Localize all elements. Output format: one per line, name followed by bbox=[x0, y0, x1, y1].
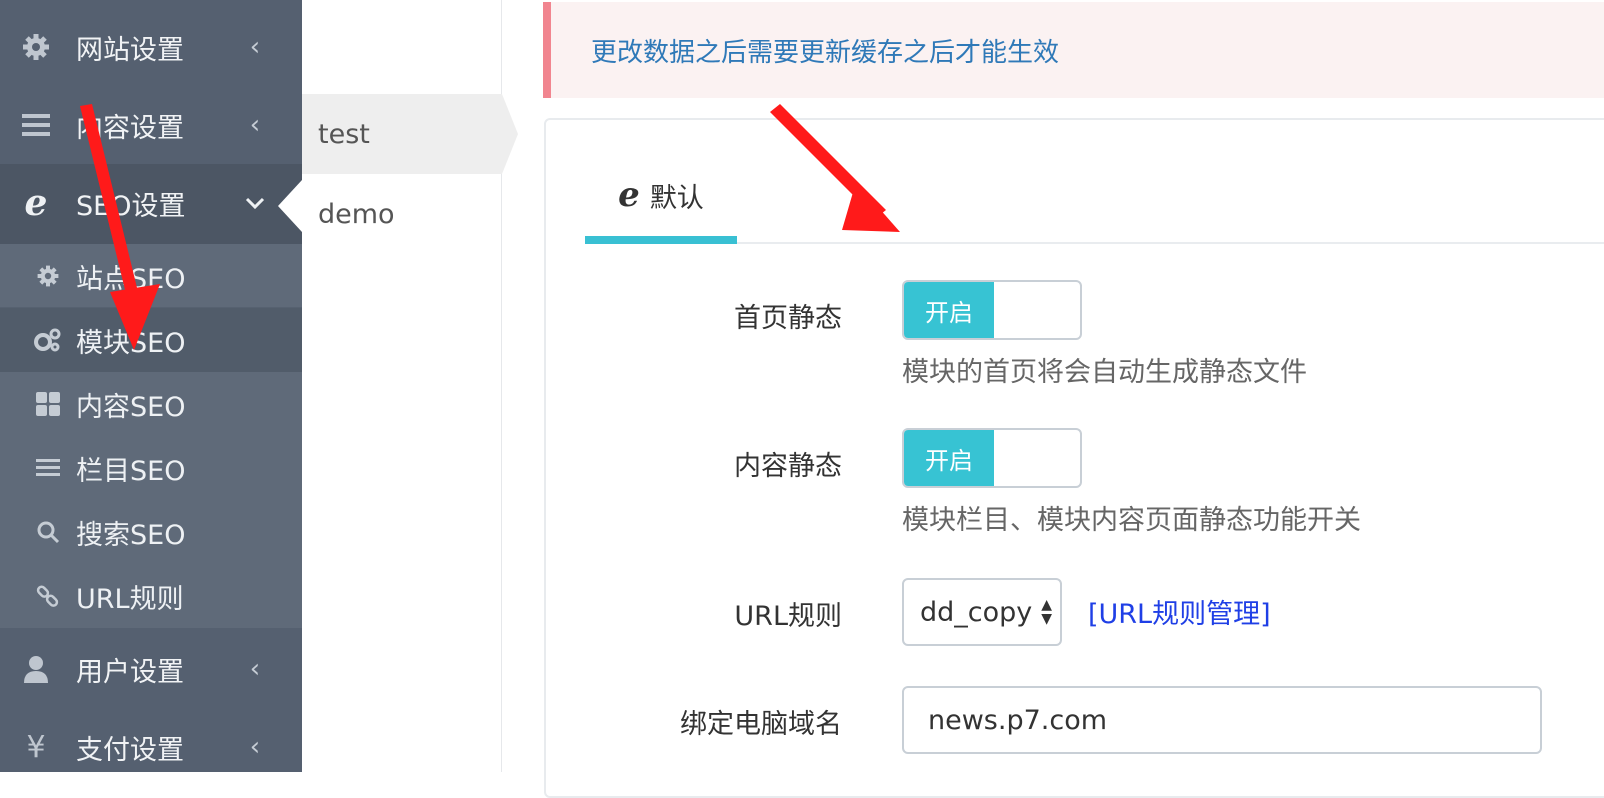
active-pointer bbox=[278, 180, 302, 232]
sub-item-label: URL规则 bbox=[76, 583, 184, 615]
list-icon bbox=[20, 109, 52, 141]
nav-label: 内容设置 bbox=[76, 112, 184, 144]
module-item-label: demo bbox=[318, 198, 395, 230]
url-rule-selected: dd_copy bbox=[920, 596, 1033, 628]
content-static-help: 模块栏目、模块内容页面静态功能开关 bbox=[902, 505, 1361, 536]
toggle-on-label: 开启 bbox=[904, 282, 994, 338]
sub-item-content-seo[interactable]: 内容SEO bbox=[0, 372, 302, 436]
module-list: test demo bbox=[302, 0, 518, 772]
sub-item-search-seo[interactable]: 搜索SEO bbox=[0, 500, 302, 564]
list-icon bbox=[34, 454, 62, 482]
toggle-on-label: 开启 bbox=[904, 430, 994, 486]
chevron-left-icon: ‹ bbox=[249, 110, 261, 140]
ie-icon: e bbox=[618, 175, 640, 215]
sub-item-label: 内容SEO bbox=[76, 391, 186, 423]
sub-item-label: 站点SEO bbox=[76, 263, 186, 295]
content-static-toggle[interactable]: 开启 bbox=[902, 428, 1082, 488]
gear-icon bbox=[34, 262, 62, 290]
alert-text: 更改数据之后需要更新缓存之后才能生效 bbox=[591, 37, 1060, 68]
module-item-test[interactable]: test bbox=[302, 94, 518, 174]
sub-item-module-seo[interactable]: 模块SEO bbox=[0, 308, 302, 372]
tab-default[interactable]: e 默认 bbox=[585, 154, 737, 244]
url-rule-select[interactable]: dd_copy ▲ ▼ bbox=[902, 578, 1062, 646]
sub-item-column-seo[interactable]: 栏目SEO bbox=[0, 436, 302, 500]
url-rule-label: URL规则 bbox=[734, 601, 842, 632]
pc-domain-label: 绑定电脑域名 bbox=[680, 709, 842, 740]
gear-icon bbox=[20, 31, 52, 63]
search-icon bbox=[34, 518, 62, 546]
nav-label: SEO设置 bbox=[76, 190, 186, 222]
sidebar: 网站设置 ‹ 内容设置 ‹ e SEO设置 站点SEO 模块SEO 内容SEO … bbox=[0, 0, 302, 772]
seo-submenu: 站点SEO 模块SEO 内容SEO 栏目SEO 搜索SEO URL规则 bbox=[0, 244, 302, 628]
pc-domain-input[interactable] bbox=[902, 686, 1542, 754]
select-arrows-icon: ▲ ▼ bbox=[1041, 597, 1052, 627]
grid-icon bbox=[34, 390, 62, 418]
cache-alert: 更改数据之后需要更新缓存之后才能生效 bbox=[543, 2, 1604, 98]
nav-website-settings[interactable]: 网站设置 ‹ bbox=[0, 8, 302, 86]
chevron-down-icon bbox=[244, 192, 266, 214]
link-icon bbox=[34, 582, 62, 610]
chevron-left-icon: ‹ bbox=[249, 732, 261, 762]
url-rule-manage-link[interactable]: [URL规则管理] bbox=[1088, 592, 1271, 631]
tab-bar: e 默认 bbox=[585, 154, 1604, 244]
nav-label: 网站设置 bbox=[76, 34, 184, 66]
module-item-label: test bbox=[318, 118, 370, 150]
sub-item-label: 栏目SEO bbox=[76, 455, 186, 487]
nav-seo-settings[interactable]: e SEO设置 bbox=[0, 164, 302, 242]
sub-item-label: 搜索SEO bbox=[76, 519, 186, 551]
chevron-left-icon: ‹ bbox=[249, 32, 261, 62]
chevron-left-icon: ‹ bbox=[249, 654, 261, 684]
nav-payment-settings[interactable]: ¥ 支付设置 ‹ bbox=[0, 708, 302, 786]
sub-item-site-seo[interactable]: 站点SEO bbox=[0, 244, 302, 308]
home-static-help: 模块的首页将会自动生成静态文件 bbox=[902, 357, 1307, 388]
yen-icon: ¥ bbox=[26, 729, 46, 765]
nav-content-settings[interactable]: 内容设置 ‹ bbox=[0, 86, 302, 164]
nav-label: 用户设置 bbox=[76, 656, 184, 688]
home-static-label: 首页静态 bbox=[734, 303, 842, 334]
gears-icon bbox=[34, 326, 62, 354]
nav-label: 支付设置 bbox=[76, 734, 184, 766]
content-static-label: 内容静态 bbox=[734, 451, 842, 482]
sub-item-url-rule[interactable]: URL规则 bbox=[0, 564, 302, 628]
home-static-toggle[interactable]: 开启 bbox=[902, 280, 1082, 340]
sub-item-label: 模块SEO bbox=[76, 327, 186, 359]
module-item-demo[interactable]: demo bbox=[302, 174, 502, 254]
user-icon bbox=[20, 653, 52, 685]
nav-user-settings[interactable]: 用户设置 ‹ bbox=[0, 630, 302, 708]
ie-icon: e bbox=[24, 182, 48, 224]
tab-label: 默认 bbox=[649, 182, 704, 214]
